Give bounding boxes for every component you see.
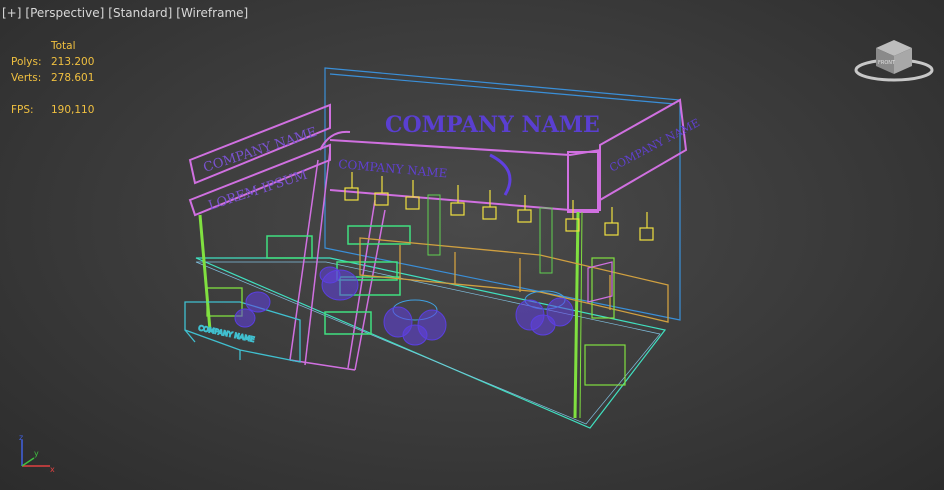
pendant-lamps (344, 172, 654, 241)
y-axis-label: y (34, 449, 39, 458)
lamp (639, 212, 654, 241)
lamp (374, 176, 389, 206)
header-sign-text: COMPANY NAME (338, 157, 448, 180)
main-header-sign: COMPANY NAME (385, 112, 600, 138)
lamp (405, 180, 420, 210)
table-set-center (383, 299, 447, 346)
wireframe-scene[interactable]: COMPANY NAME COMPANY NAME LOREM IPSUM CO… (0, 0, 944, 490)
side-sign-bottom-text: LOREM IPSUM (207, 168, 310, 214)
viewcube-face-label: FRONT (878, 60, 896, 66)
viewcube[interactable]: FRONT (852, 34, 936, 88)
z-axis-label: z (19, 434, 23, 442)
curved-header-accent (489, 153, 512, 196)
table-set-right (515, 290, 574, 336)
axis-tripod: z x y (19, 434, 55, 474)
right-display-rack (584, 257, 626, 386)
chair-group-left (234, 291, 271, 328)
x-axis-label: x (50, 465, 55, 474)
right-sign-text: COMPANY NAME (607, 116, 702, 175)
table-set-center-left (319, 266, 359, 301)
lamp (517, 195, 532, 223)
lamp (604, 207, 619, 236)
booth-floor (195, 257, 667, 429)
y-axis-line (21, 457, 35, 467)
main-sign-text: COMPANY NAME (385, 112, 600, 138)
lamp (344, 172, 359, 201)
